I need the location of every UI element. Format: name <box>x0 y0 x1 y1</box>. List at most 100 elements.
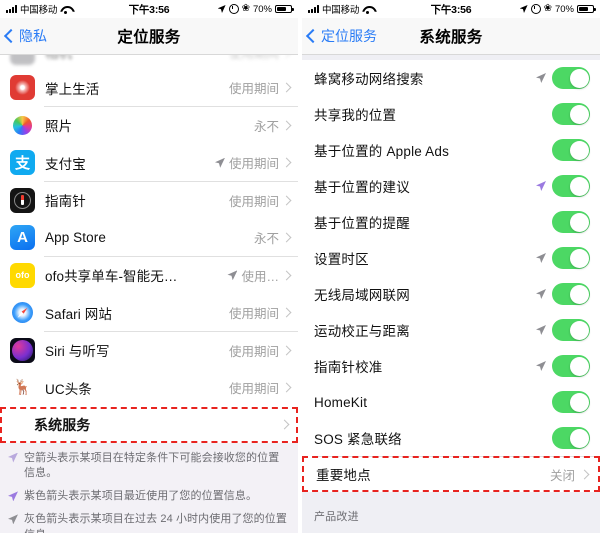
system-service-controls <box>552 103 600 125</box>
app-name-label: UC头条 <box>45 381 92 397</box>
system-service-toggle[interactable] <box>552 247 590 269</box>
location-arrow-icon <box>536 325 546 335</box>
app-permission-group: 使用期间 <box>229 378 298 397</box>
significant-locations-label: 重要地点 <box>316 468 371 483</box>
system-service-label: 基于位置的 Apple Ads <box>314 144 450 159</box>
alarm-clock-icon <box>228 4 239 14</box>
system-service-toggle[interactable] <box>552 67 590 89</box>
back-button-location-services[interactable]: 定位服务 <box>302 26 377 46</box>
list-item-system-service[interactable]: 蜂窝移动网络搜索 <box>302 60 600 96</box>
list-item-app[interactable]: ofo ofo共享单车-智能无… 使用… <box>0 256 298 294</box>
list-item-app[interactable]: 指南针 使用期间 <box>0 181 298 219</box>
list-item-system-service[interactable]: HomeKit <box>302 384 600 420</box>
app-icon-ofo: ofo <box>10 262 35 288</box>
footnote-line: 空箭头表示某项目在特定条件下可能会接收您的位置信息。 <box>8 451 288 483</box>
list-item-system-service[interactable]: 无线局域网联网 <box>302 276 600 312</box>
back-button-privacy[interactable]: 隐私 <box>0 26 47 46</box>
list-item-significant-locations[interactable]: 重要地点 关闭 <box>304 458 598 490</box>
location-arrow-icon <box>536 253 546 263</box>
location-services-app-list: 掌上生活 使用期间 照片 永不支支付宝 使用期间 指南针 使用期间 A App Store 永不 o… <box>0 69 298 407</box>
list-item-system-service[interactable]: 设置时区 <box>302 240 600 276</box>
chevron-right-icon <box>281 82 292 93</box>
list-item-system-service[interactable]: 基于位置的 Apple Ads <box>302 132 600 168</box>
list-item-system-service[interactable]: 运动校正与距离 <box>302 312 600 348</box>
list-item-system-service[interactable]: 共享我的位置 <box>302 96 600 132</box>
list-item-system-service[interactable]: SOS 紧急联络 <box>302 420 600 456</box>
list-item-app[interactable]: Safari 网站 使用期间 <box>0 294 298 332</box>
app-permission-group: 使用期间 <box>229 303 298 322</box>
app-permission-value: 使用期间 <box>228 157 279 172</box>
partial-cut-row: 相机 使用期间 <box>0 55 298 69</box>
app-permission-value: 使用期间 <box>228 82 279 97</box>
system-service-controls <box>552 427 600 449</box>
significant-locations-accessory: 关闭 <box>550 465 598 484</box>
app-name-label: 照片 <box>45 119 73 135</box>
system-services-label: 系统服务 <box>34 416 91 433</box>
app-permission-group: 永不 <box>254 228 298 247</box>
system-service-toggle[interactable] <box>552 391 590 413</box>
app-name-label: Safari 网站 <box>45 306 112 322</box>
chevron-right-icon <box>279 419 290 430</box>
app-permission-group: 使用期间 <box>214 153 298 172</box>
system-service-controls <box>552 139 600 161</box>
list-item-app[interactable]: 支支付宝 使用期间 <box>0 144 298 182</box>
list-item-system-service[interactable]: 基于位置的提醒 <box>302 204 600 240</box>
significant-locations-highlight[interactable]: 重要地点 关闭 <box>302 456 600 492</box>
system-service-label: HomeKit <box>314 394 368 410</box>
system-service-label: 设置时区 <box>314 252 369 267</box>
chevron-right-icon <box>281 232 292 243</box>
footnote-line: 紫色箭头表示某项目最近使用了您的位置信息。 <box>8 489 288 505</box>
app-permission-group: 使用期间 <box>229 191 298 210</box>
system-service-toggle[interactable] <box>552 427 590 449</box>
location-arrow-icon <box>536 181 546 191</box>
app-name-label: 指南针 <box>45 194 86 210</box>
app-icon-siri <box>10 337 35 363</box>
app-icon-uc: 🦌 <box>10 375 35 401</box>
system-service-controls <box>536 67 600 89</box>
system-service-toggle[interactable] <box>552 283 590 305</box>
app-permission-value: 使用期间 <box>228 194 279 209</box>
app-name-label: 支付宝 <box>45 156 86 172</box>
system-service-toggle[interactable] <box>552 103 590 125</box>
app-permission-group: 使用期间 <box>229 78 298 97</box>
chevron-left-icon <box>305 28 321 44</box>
system-services-list: 蜂窝移动网络搜索 共享我的位置基于位置的 Apple Ads 基于位置的建议基于位置… <box>302 60 600 456</box>
right-phone-screen: 中国移动 下午3:56 ❀ 70% 定位服务 系统服务 蜂窝移动网络搜索 共享我的… <box>300 0 600 533</box>
significant-locations-value: 关闭 <box>549 468 575 483</box>
list-item-app[interactable]: 掌上生活 使用期间 <box>0 69 298 107</box>
app-icon-compass <box>10 187 35 213</box>
system-service-label: SOS 紧急联络 <box>314 432 402 447</box>
chevron-right-icon <box>281 157 292 168</box>
list-item-system-services[interactable]: 系统服务 <box>2 408 296 441</box>
list-item-app[interactable]: 🦌 UC头条 使用期间 <box>0 369 298 407</box>
status-bar-right: 中国移动 下午3:56 ❀ 70% <box>302 0 600 18</box>
location-arrow-icon <box>536 73 546 83</box>
list-item-system-service[interactable]: 基于位置的建议 <box>302 168 600 204</box>
nav-bar-left: 隐私 定位服务 <box>0 18 298 55</box>
app-permission-value: 永不 <box>253 119 279 134</box>
system-services-accessory <box>279 419 296 430</box>
location-arrow-icon <box>536 289 546 299</box>
location-arrow-icon <box>8 491 18 502</box>
app-icon-appstore: A <box>10 225 35 251</box>
system-service-toggle[interactable] <box>552 139 590 161</box>
system-service-toggle[interactable] <box>552 211 590 233</box>
footnote-line: 灰色箭头表示某项目在过去 24 小时内使用了您的位置信息。 <box>8 512 288 533</box>
list-item-system-service[interactable]: 指南针校准 <box>302 348 600 384</box>
chevron-right-icon <box>281 270 292 281</box>
app-icon-photos <box>10 112 35 138</box>
list-item-app[interactable]: A App Store 永不 <box>0 219 298 257</box>
app-permission-value: 永不 <box>253 232 279 247</box>
chevron-right-icon <box>281 195 292 206</box>
dual-screenshot-container: 中国移动 下午3:56 ❀ 70% 隐私 定位服务 相机 <box>0 0 600 533</box>
left-phone-screen: 中国移动 下午3:56 ❀ 70% 隐私 定位服务 相机 <box>0 0 300 533</box>
system-service-toggle[interactable] <box>552 319 590 341</box>
system-services-highlight[interactable]: 系统服务 <box>0 406 298 443</box>
chevron-right-icon <box>281 345 292 356</box>
system-service-toggle[interactable] <box>552 175 590 197</box>
system-service-toggle[interactable] <box>552 355 590 377</box>
list-item-app[interactable]: 照片 永不 <box>0 106 298 144</box>
location-arrow-icon <box>8 514 18 525</box>
system-service-label: 基于位置的提醒 <box>314 216 410 231</box>
list-item-app[interactable]: Siri 与听写 使用期间 <box>0 331 298 369</box>
